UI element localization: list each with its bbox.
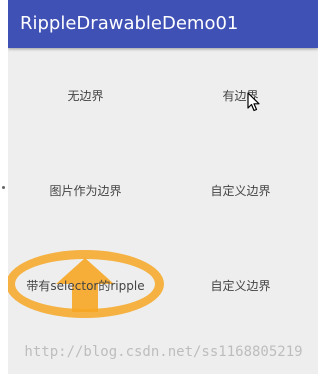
app-bar: RippleDrawableDemo01 xyxy=(8,0,318,48)
borderless-ripple-label: 无边界 xyxy=(67,89,104,103)
borderless-ripple-button[interactable]: 无边界 xyxy=(8,48,163,143)
image-bounds-ripple-button[interactable]: 图片作为边界 xyxy=(8,143,163,238)
right-margin xyxy=(318,0,327,374)
left-margin xyxy=(0,0,8,374)
watermark: http://blog.csdn.net/ss1168805219 xyxy=(24,344,303,360)
margin-dot xyxy=(2,186,5,189)
button-grid: 无边界 有边界 图片作为边界 自定义边界 带有selector的ripple 自… xyxy=(8,48,318,374)
selector-ripple-button[interactable]: 带有selector的ripple xyxy=(8,238,164,333)
custom-bounds-ripple-button-2[interactable]: 自定义边界 xyxy=(163,238,318,333)
bordered-ripple-button[interactable]: 有边界 xyxy=(163,48,318,143)
custom-bounds-ripple-label: 自定义边界 xyxy=(210,184,271,198)
image-bounds-ripple-label: 图片作为边界 xyxy=(49,184,122,198)
custom-bounds-ripple-button[interactable]: 自定义边界 xyxy=(163,143,318,238)
custom-bounds-ripple-label-2: 自定义边界 xyxy=(210,279,271,293)
app-title: RippleDrawableDemo01 xyxy=(20,13,239,34)
mouse-pointer-icon xyxy=(247,92,260,112)
selector-ripple-label: 带有selector的ripple xyxy=(26,279,145,293)
app-screen: RippleDrawableDemo01 无边界 有边界 图片作为边界 自定义边… xyxy=(8,0,318,374)
